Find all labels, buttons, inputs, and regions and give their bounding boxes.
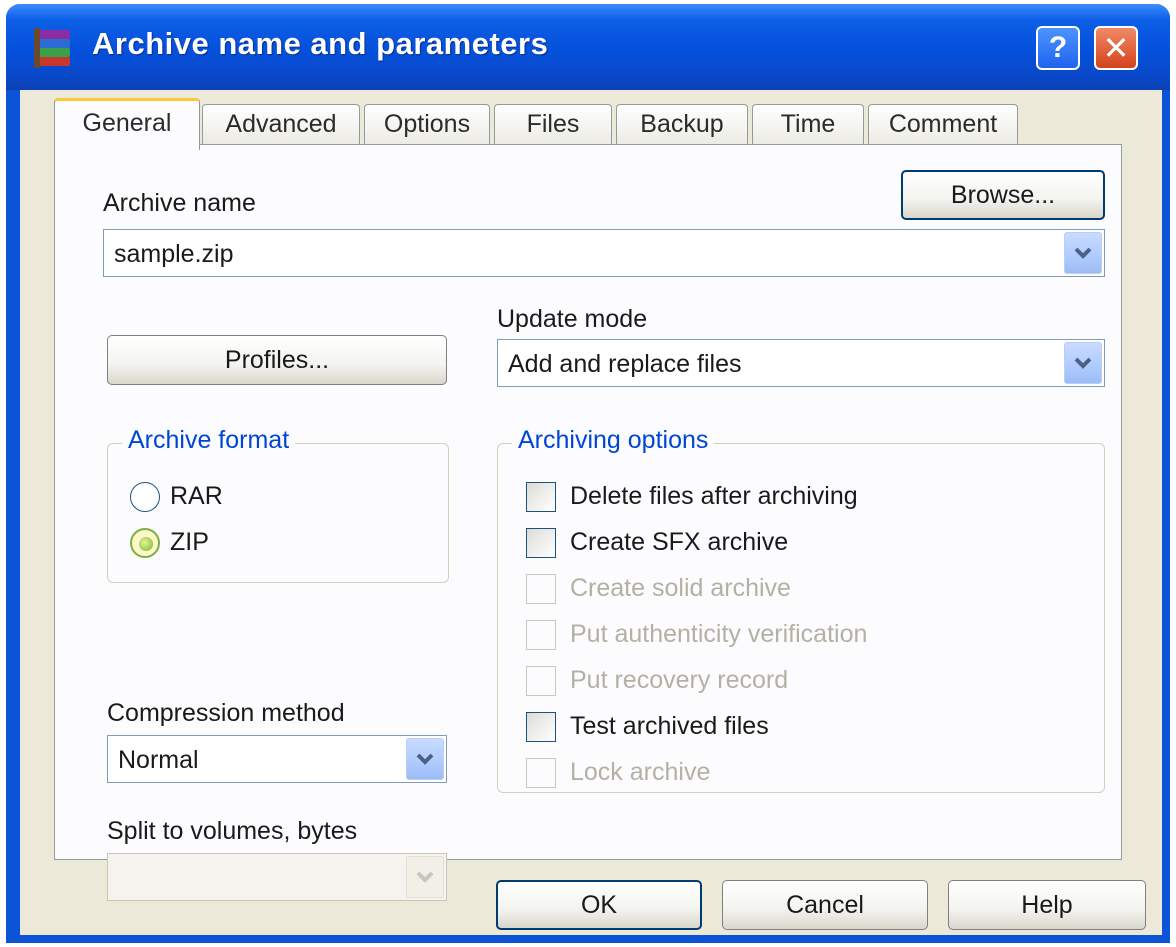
tab-options[interactable]: Options: [364, 104, 490, 144]
radio-zip-label[interactable]: ZIP: [170, 528, 209, 557]
browse-button[interactable]: Browse...: [901, 170, 1105, 220]
title-close-button[interactable]: ✕: [1094, 26, 1138, 70]
archive-format-group: Archive format RAR ZIP: [107, 426, 449, 583]
tab-general[interactable]: General: [54, 98, 200, 150]
split-volumes-combo: [107, 853, 447, 901]
dialog-client-area: General Advanced Options Files Backup Ti…: [20, 90, 1162, 935]
winrar-books-icon: [34, 28, 70, 68]
checkbox-authenticity-label: Put authenticity verification: [570, 620, 868, 648]
title-help-button[interactable]: ?: [1036, 26, 1080, 70]
radio-zip[interactable]: [130, 528, 160, 558]
compression-method-label: Compression method: [107, 699, 345, 727]
checkbox-test-archived-label[interactable]: Test archived files: [570, 712, 769, 741]
tab-time[interactable]: Time: [752, 104, 864, 144]
archive-name-value[interactable]: sample.zip: [114, 240, 234, 269]
checkbox-create-solid-label: Create solid archive: [570, 574, 791, 602]
update-mode-value[interactable]: Add and replace files: [508, 350, 741, 379]
chevron-down-icon: [416, 753, 434, 765]
ok-button[interactable]: OK: [496, 880, 702, 930]
help-button[interactable]: Help: [948, 880, 1146, 930]
tab-comment[interactable]: Comment: [868, 104, 1018, 144]
compression-method-combo[interactable]: Normal: [107, 735, 447, 783]
checkbox-delete-files-label[interactable]: Delete files after archiving: [570, 482, 858, 511]
profiles-button[interactable]: Profiles...: [107, 335, 447, 385]
radio-selected-dot: [139, 537, 153, 551]
checkbox-create-sfx[interactable]: [526, 528, 556, 558]
archive-name-label-text: Archive name: [103, 189, 256, 217]
general-tab-panel: Archive name Browse... sample.zip Update…: [54, 144, 1122, 901]
checkbox-lock-archive-label: Lock archive: [570, 758, 711, 786]
compression-method-value[interactable]: Normal: [118, 746, 199, 775]
window-title: Archive name and parameters: [92, 26, 549, 61]
archiving-options-title: Archiving options: [512, 426, 715, 455]
title-bar[interactable]: Archive name and parameters ? ✕: [6, 4, 1170, 90]
checkbox-authenticity: [526, 620, 556, 650]
tab-files[interactable]: Files: [494, 104, 612, 144]
dialog-window: Archive name and parameters ? ✕ General …: [6, 4, 1170, 943]
checkbox-create-solid: [526, 574, 556, 604]
update-mode-label: Update mode: [497, 305, 648, 333]
checkbox-recovery-record-label: Put recovery record: [570, 666, 789, 694]
update-mode-combo[interactable]: Add and replace files: [497, 339, 1105, 387]
update-mode-dropdown-button[interactable]: [1064, 342, 1102, 384]
checkbox-delete-files[interactable]: [526, 482, 556, 512]
radio-rar-label[interactable]: RAR: [170, 482, 223, 511]
archive-name-dropdown-button[interactable]: [1064, 232, 1102, 274]
archive-name-combo[interactable]: sample.zip: [103, 229, 1105, 277]
checkbox-recovery-record: [526, 666, 556, 696]
archiving-options-group: Archiving options Delete files after arc…: [497, 426, 1105, 793]
tab-backup[interactable]: Backup: [616, 104, 748, 144]
checkbox-test-archived[interactable]: [526, 712, 556, 742]
checkbox-create-sfx-label[interactable]: Create SFX archive: [570, 528, 788, 557]
chevron-down-icon: [1074, 247, 1092, 259]
split-dropdown-button: [406, 856, 444, 898]
chevron-down-icon: [416, 871, 434, 883]
tab-advanced[interactable]: Advanced: [202, 104, 360, 144]
cancel-button[interactable]: Cancel: [722, 880, 928, 930]
chevron-down-icon: [1074, 357, 1092, 369]
compression-dropdown-button[interactable]: [406, 738, 444, 780]
split-volumes-label: Split to volumes, bytes: [107, 817, 358, 845]
radio-rar[interactable]: [130, 482, 160, 512]
checkbox-lock-archive: [526, 758, 556, 788]
archive-format-title: Archive format: [122, 426, 296, 455]
archive-name-label: Archive name: [103, 189, 256, 218]
